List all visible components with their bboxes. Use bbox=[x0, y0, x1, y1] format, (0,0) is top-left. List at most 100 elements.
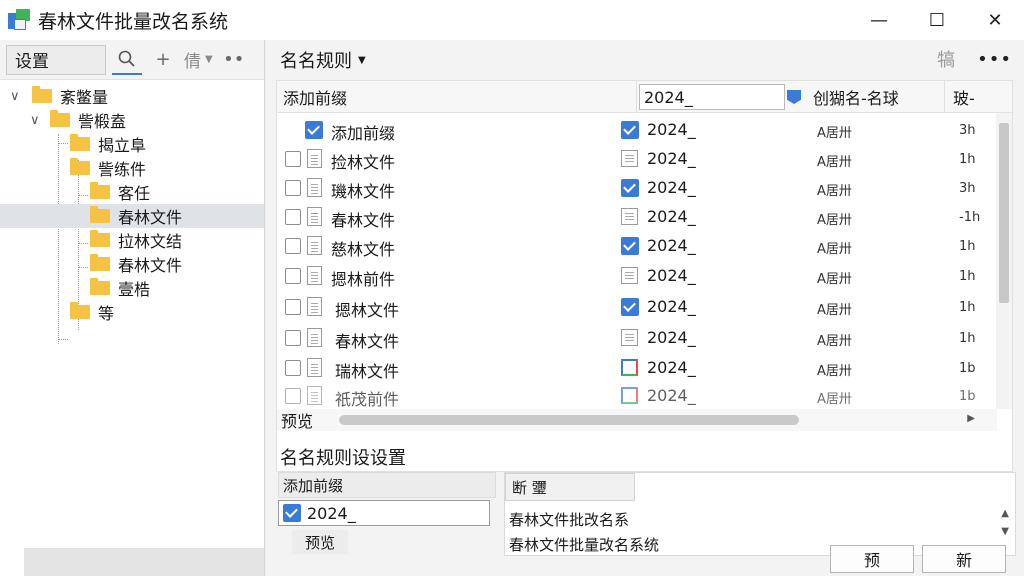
folder-tree: ∨ 紊鳖量 ∨ 訾椴盍 揭立阜 訾练件 客任 春林文件 拉林文结 春林文件 壹梏… bbox=[0, 80, 264, 344]
tree-item-selected[interactable]: 春林文件 bbox=[0, 204, 264, 228]
tree-item-label: 等 bbox=[98, 304, 115, 323]
document-icon bbox=[307, 236, 322, 255]
table-row[interactable]: 璣林文件 2024_ A居卅 3h bbox=[277, 173, 997, 203]
file-name: 摁林文件 bbox=[335, 301, 400, 320]
document-icon bbox=[307, 266, 322, 285]
column-header-date[interactable]: 创猢名-名球 bbox=[807, 81, 945, 113]
tree-item-label: 訾椴盍 bbox=[78, 112, 127, 131]
new-name-value: 2024_ bbox=[647, 207, 696, 226]
detail-scroll[interactable]: ▲ ▼ bbox=[1001, 505, 1009, 541]
rule-prefix-panel: 添加前缀 2024_ 预览 bbox=[278, 472, 496, 554]
date-value: A居卅 bbox=[817, 155, 852, 170]
new-name-value: 2024_ bbox=[647, 297, 696, 316]
date-value: A居卅 bbox=[817, 272, 852, 287]
row-checkbox[interactable] bbox=[285, 180, 301, 196]
more-icon[interactable]: ••• bbox=[977, 49, 1012, 70]
search-icon[interactable] bbox=[112, 45, 142, 75]
new-name-value: 2024_ bbox=[647, 328, 696, 347]
row-checkbox[interactable] bbox=[285, 151, 301, 167]
rules-settings-title: 名名规则设设置 bbox=[280, 448, 406, 469]
chevron-down-icon: ▼ bbox=[205, 54, 213, 65]
file-name: 春林文件 bbox=[331, 211, 396, 230]
table-row[interactable]: 慈林文件 2024_ A居卅 1h bbox=[277, 231, 997, 261]
file-name: 璣林文件 bbox=[331, 182, 396, 201]
tree-item-label: 壹梏 bbox=[118, 280, 151, 299]
size-value: 3h bbox=[959, 123, 976, 138]
prefix-enable-checkbox[interactable] bbox=[283, 504, 301, 522]
value-checkbox[interactable] bbox=[621, 179, 639, 197]
table-row[interactable]: 春林文件 2024_ A居卅 -1h bbox=[277, 202, 997, 232]
table-row[interactable]: 摁林前件 2024_ A居卅 1h bbox=[277, 261, 997, 291]
more-icon[interactable]: •• bbox=[219, 45, 249, 75]
minimize-button[interactable]: — bbox=[850, 0, 908, 40]
tree-item[interactable]: 等 bbox=[0, 300, 264, 324]
row-checkbox[interactable] bbox=[285, 330, 301, 346]
tree-item[interactable]: 壹梏 bbox=[0, 276, 264, 300]
prefix-input-value: 2024_ bbox=[307, 503, 356, 523]
table-row[interactable]: 瑞林文件 2024_ A居卅 1b bbox=[277, 353, 997, 383]
size-value: 1h bbox=[959, 331, 976, 346]
column-header-size[interactable]: 玻- bbox=[945, 81, 997, 113]
date-value: A居卅 bbox=[817, 242, 852, 257]
new-name-value: 2024_ bbox=[647, 149, 696, 168]
tree-item[interactable]: 客任 bbox=[0, 180, 264, 204]
table-row[interactable]: 添加前缀 2024_ A居卅 3h bbox=[277, 115, 997, 145]
folder-icon bbox=[32, 86, 52, 103]
prefix-input[interactable]: 2024_ bbox=[278, 500, 490, 526]
row-checkbox[interactable] bbox=[285, 360, 301, 376]
table-row[interactable]: 捡林文件 2024_ A居卅 1h bbox=[277, 144, 997, 174]
settings-dropdown[interactable]: 设置 bbox=[6, 44, 106, 75]
table-row[interactable]: 春林文件 2024_ A居卅 1h bbox=[277, 323, 997, 353]
row-checkbox[interactable] bbox=[285, 209, 301, 225]
value-checkbox[interactable] bbox=[621, 298, 639, 316]
scrollbar-thumb[interactable] bbox=[999, 123, 1009, 303]
tree-item[interactable]: ∨ 訾椴盍 bbox=[0, 108, 264, 132]
view-combo[interactable]: 倩 ▼ bbox=[184, 47, 213, 72]
value-checkbox[interactable] bbox=[621, 237, 639, 255]
row-checkbox[interactable] bbox=[285, 388, 301, 404]
value-checkbox[interactable] bbox=[621, 121, 639, 139]
preview-button[interactable]: 预 bbox=[830, 545, 914, 573]
date-value: A居卅 bbox=[817, 213, 852, 228]
rules-header[interactable]: 名名规则 ▼ bbox=[266, 40, 1024, 80]
maximize-button[interactable]: ☐ bbox=[908, 0, 966, 40]
table-row[interactable]: 祇茂前件 2024_ A居卅 1b bbox=[277, 381, 997, 409]
size-value: 1h bbox=[959, 300, 976, 315]
image-file-icon bbox=[621, 387, 638, 404]
new-name-value: 2024_ bbox=[647, 266, 696, 285]
row-checkbox[interactable] bbox=[305, 121, 323, 139]
add-icon[interactable]: + bbox=[148, 45, 178, 75]
window-title: 春林文件批量改名系统 bbox=[38, 10, 229, 33]
preview-tab[interactable]: 预览 bbox=[292, 530, 348, 554]
tree-item-label: 春林文件 bbox=[118, 256, 183, 275]
scrollbar-thumb[interactable] bbox=[339, 415, 799, 425]
horizontal-scrollbar[interactable]: ▶ bbox=[329, 413, 979, 427]
row-checkbox[interactable] bbox=[285, 238, 301, 254]
table-row[interactable]: 摁林文件 2024_ A居卅 1h bbox=[277, 292, 997, 322]
detail-tab[interactable]: 断 瓕 bbox=[505, 473, 635, 501]
folder-icon bbox=[90, 230, 110, 247]
tree-item[interactable]: 拉林文结 bbox=[0, 228, 264, 252]
document-icon bbox=[621, 329, 638, 346]
chevron-down-icon[interactable]: ▼ bbox=[358, 55, 366, 66]
row-checkbox[interactable] bbox=[285, 299, 301, 315]
new-button[interactable]: 新 bbox=[922, 545, 1006, 573]
vertical-scrollbar[interactable] bbox=[996, 113, 1012, 409]
column-header-name[interactable]: 添加前缀 bbox=[277, 81, 637, 113]
chevron-down-icon[interactable]: ∨ bbox=[30, 113, 40, 128]
prefix-filter-input[interactable]: 2024_ bbox=[639, 84, 785, 110]
row-checkbox[interactable] bbox=[285, 268, 301, 284]
tree-item[interactable]: 春林文件 bbox=[0, 252, 264, 276]
scroll-right-icon[interactable]: ▶ bbox=[967, 413, 975, 424]
tree-item[interactable]: 揭立阜 bbox=[0, 132, 264, 156]
size-value: 1b bbox=[959, 389, 976, 404]
size-value: 1h bbox=[959, 152, 976, 167]
folder-icon bbox=[90, 254, 110, 271]
tree-item[interactable]: ∨ 紊鳖量 bbox=[0, 84, 264, 108]
tree-item[interactable]: 訾练件 bbox=[0, 156, 264, 180]
document-icon bbox=[307, 328, 322, 347]
format-icon[interactable]: 犒 bbox=[937, 46, 955, 72]
close-button[interactable]: ✕ bbox=[966, 0, 1024, 40]
filter-icon[interactable] bbox=[787, 90, 801, 104]
chevron-down-icon[interactable]: ∨ bbox=[10, 89, 20, 104]
